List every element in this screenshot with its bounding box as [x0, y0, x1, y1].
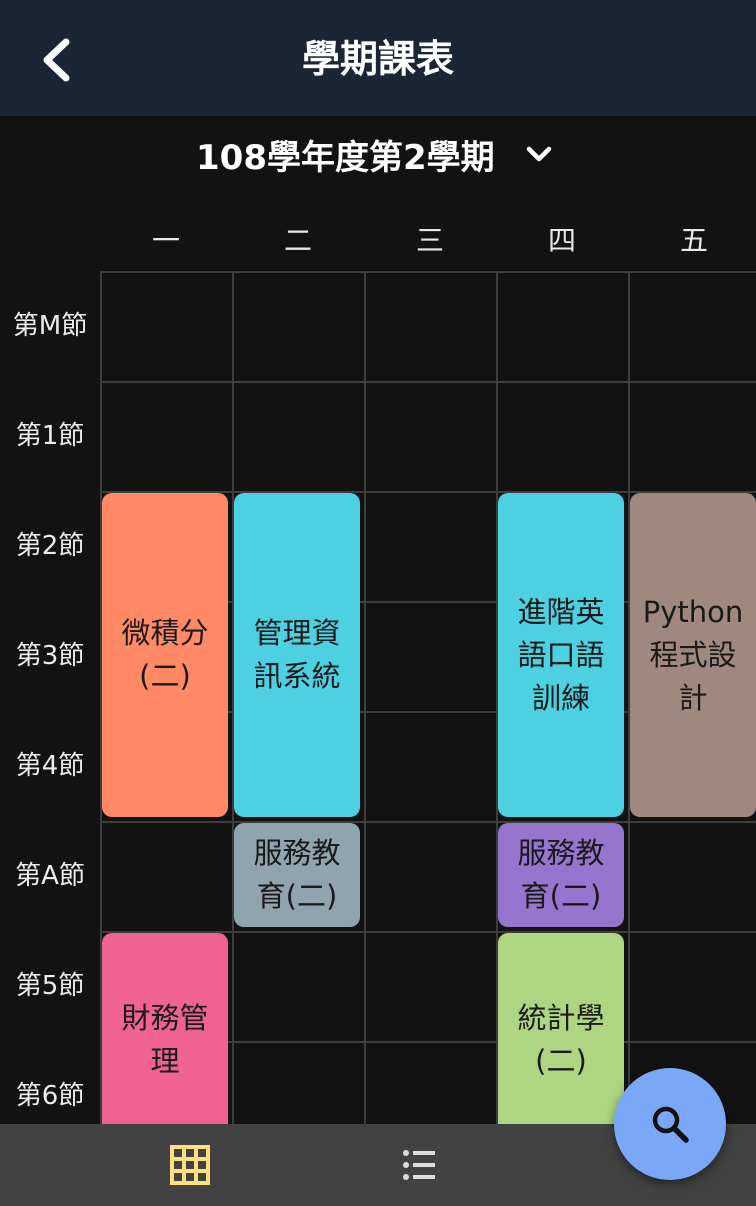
- course-name-line: 進階英: [517, 594, 605, 629]
- grid-row-line: [100, 381, 756, 383]
- course-name-line: 服務教: [517, 836, 605, 870]
- course-block[interactable]: 財務管理: [102, 933, 228, 1126]
- day-header: 二: [283, 224, 312, 257]
- course-name-line: 服務教: [253, 836, 341, 870]
- day-header: 三: [415, 224, 444, 257]
- course-block[interactable]: 管理資 訊系統: [234, 493, 360, 817]
- search-icon: [652, 1106, 689, 1143]
- timetable-grid: 微積分 (二) 管理資 訊系統 進階英 語口語 訓練 Python 程式設計服務教 育(二) 服務教…: [100, 271, 756, 1126]
- course-name-line: (二): [139, 659, 191, 693]
- page-title: 學期課表: [301, 37, 454, 81]
- grid-icon: [170, 1145, 210, 1185]
- course-block[interactable]: 服務教育(二): [498, 823, 624, 927]
- course-block[interactable]: 進階英 語口語 訓練: [498, 493, 624, 817]
- course-name-line: 統計學: [517, 1001, 605, 1035]
- course-name: 財務管理: [121, 997, 208, 1083]
- list-icon: [403, 1150, 435, 1180]
- course-name-line: 理: [150, 1044, 180, 1078]
- day-header: 一: [151, 224, 180, 257]
- course-name-line: 育(二): [256, 879, 338, 913]
- nav-grid-view[interactable]: [110, 1124, 270, 1206]
- period-label: 第6節: [15, 1081, 85, 1111]
- course-name-line: 計: [678, 680, 708, 715]
- chevron-down-icon: [526, 146, 552, 162]
- course-name: Python 程式設計: [643, 591, 744, 720]
- period-label: 第3節: [15, 641, 85, 671]
- course-name-line: (二): [535, 1044, 587, 1078]
- course-name: 統計學 (二): [517, 997, 604, 1083]
- course-name-line: 育(二): [520, 879, 602, 913]
- course-name: 服務教育(二): [517, 832, 604, 918]
- course-name: 管理資 訊系統: [253, 612, 340, 698]
- period-label: 第2節: [15, 531, 85, 561]
- course-name-line: 訊系統: [253, 659, 341, 693]
- course-name-line: 微積分: [121, 616, 209, 650]
- day-header: 五: [679, 224, 708, 257]
- course-block[interactable]: 服務教育(二): [234, 823, 360, 927]
- semester-selector[interactable]: 108學年度第2學期: [0, 126, 756, 188]
- course-name-line: 訓練: [531, 680, 590, 715]
- course-name: 進階英 語口語 訓練: [517, 591, 604, 720]
- course-name: 服務教育(二): [253, 832, 340, 918]
- grid-column-line: [364, 271, 366, 1126]
- period-label: 第5節: [15, 971, 85, 1001]
- course-name-line: Python: [642, 594, 744, 629]
- day-header: 四: [547, 224, 576, 257]
- course-name-line: 程式設: [649, 637, 737, 672]
- period-label: 第1節: [15, 421, 85, 451]
- search-fab[interactable]: [614, 1068, 726, 1180]
- app-bar: 學期課表: [0, 0, 756, 116]
- period-label: 第A節: [15, 861, 85, 891]
- course-block[interactable]: 微積分 (二): [102, 493, 228, 817]
- grid-row-line: [100, 821, 756, 823]
- nav-list-view[interactable]: [340, 1124, 500, 1206]
- course-name-line: 管理資: [253, 616, 341, 650]
- course-block[interactable]: 統計學 (二): [498, 933, 624, 1126]
- period-label: 第4節: [15, 751, 85, 781]
- course-block[interactable]: Python 程式設計: [630, 493, 756, 817]
- period-label: 第M節: [12, 311, 88, 341]
- course-name: 微積分 (二): [121, 612, 208, 698]
- semester-label: 108學年度第2學期: [196, 138, 495, 178]
- grid-row-line: [100, 271, 756, 273]
- course-name-line: 財務管: [121, 1001, 209, 1035]
- course-name-line: 語口語: [517, 637, 605, 672]
